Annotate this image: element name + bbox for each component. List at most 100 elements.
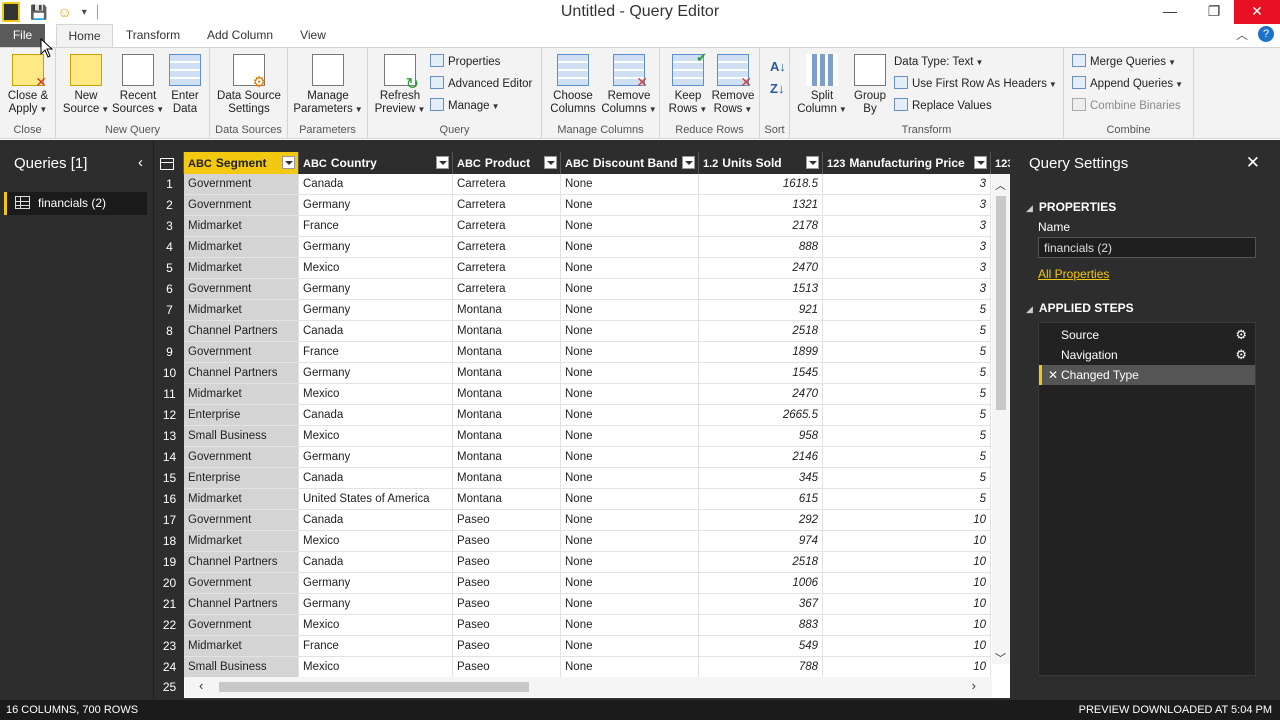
scroll-right-icon[interactable]: › <box>972 678 976 693</box>
cell-segment[interactable]: Government <box>184 615 299 636</box>
cell-segment[interactable]: Midmarket <box>184 300 299 321</box>
table-row[interactable]: 2 Government Germany Carretera None 1321 3 <box>155 195 1010 216</box>
step-navigation[interactable]: Navigation ⚙ <box>1039 345 1255 365</box>
horizontal-scroll-thumb[interactable] <box>219 682 529 692</box>
cell-segment[interactable]: Enterprise <box>184 405 299 426</box>
cell-segment[interactable]: Channel Partners <box>184 594 299 615</box>
cell-product[interactable]: Paseo <box>453 636 561 657</box>
cell-country[interactable]: United States of America <box>299 489 453 510</box>
table-row[interactable]: 19 Channel Partners Canada Paseo None 2518 10 <box>155 552 1010 573</box>
split-column-button[interactable]: Split Column ▼ <box>796 54 848 116</box>
cell-country[interactable]: Canada <box>299 405 453 426</box>
cell-segment[interactable]: Government <box>184 174 299 195</box>
cell-manufacturing-price[interactable]: 10 <box>823 594 991 615</box>
cell-discount-band[interactable]: None <box>561 174 699 195</box>
filter-dropdown-icon[interactable] <box>974 156 987 169</box>
cell-segment[interactable]: Government <box>184 510 299 531</box>
close-window-button[interactable]: ✕ <box>1234 0 1280 24</box>
data-source-settings-button[interactable]: Data Source Settings <box>214 54 284 116</box>
cell-country[interactable]: France <box>299 636 453 657</box>
remove-rows-button[interactable]: Remove Rows▼ <box>710 54 756 116</box>
new-source-button[interactable]: New Source ▼ <box>60 54 112 116</box>
cell-discount-band[interactable]: None <box>561 573 699 594</box>
cell-manufacturing-price[interactable]: 10 <box>823 552 991 573</box>
cell-segment[interactable]: Midmarket <box>184 636 299 657</box>
merge-queries-button[interactable]: Merge Queries ▼ <box>1072 53 1176 71</box>
properties-button[interactable]: Properties <box>430 53 500 71</box>
cell-country[interactable]: Canada <box>299 510 453 531</box>
cell-manufacturing-price[interactable]: 10 <box>823 615 991 636</box>
cell-discount-band[interactable]: None <box>561 447 699 468</box>
manage-parameters-button[interactable]: Manage Parameters ▼ <box>292 54 364 116</box>
table-row[interactable]: 22 Government Mexico Paseo None 883 10 <box>155 615 1010 636</box>
cell-units-sold[interactable]: 788 <box>699 657 823 678</box>
cell-segment[interactable]: Midmarket <box>184 216 299 237</box>
table-row[interactable]: 15 Enterprise Canada Montana None 345 5 <box>155 468 1010 489</box>
cell-units-sold[interactable]: 2470 <box>699 384 823 405</box>
cell-country[interactable]: Mexico <box>299 531 453 552</box>
cell-manufacturing-price[interactable]: 5 <box>823 384 991 405</box>
cell-units-sold[interactable]: 1899 <box>699 342 823 363</box>
cell-product[interactable]: Carretera <box>453 174 561 195</box>
cell-country[interactable]: France <box>299 216 453 237</box>
cell-manufacturing-price[interactable]: 10 <box>823 531 991 552</box>
tab-view[interactable]: View <box>290 24 336 47</box>
scroll-up-icon[interactable]: ︿ <box>995 177 1006 193</box>
cell-manufacturing-price[interactable]: 10 <box>823 573 991 594</box>
cell-country[interactable]: Germany <box>299 363 453 384</box>
cell-product[interactable]: Paseo <box>453 552 561 573</box>
column-header-segment[interactable]: ABC Segment <box>184 152 299 174</box>
cell-units-sold[interactable]: 2518 <box>699 321 823 342</box>
filter-dropdown-icon[interactable] <box>436 156 449 169</box>
cell-country[interactable]: Germany <box>299 573 453 594</box>
cell-segment[interactable]: Midmarket <box>184 237 299 258</box>
cell-country[interactable]: Mexico <box>299 258 453 279</box>
recent-sources-button[interactable]: Recent Sources ▼ <box>112 54 164 116</box>
cell-discount-band[interactable]: None <box>561 615 699 636</box>
advanced-editor-button[interactable]: Advanced Editor <box>430 75 532 93</box>
step-source[interactable]: Source ⚙ <box>1039 325 1255 345</box>
table-row[interactable]: 9 Government France Montana None 1899 5 <box>155 342 1010 363</box>
cell-manufacturing-price[interactable]: 5 <box>823 363 991 384</box>
sort-ascending-icon[interactable]: A↓ <box>770 56 786 78</box>
table-row[interactable]: 8 Channel Partners Canada Montana None 2518 5 <box>155 321 1010 342</box>
cell-country[interactable]: Mexico <box>299 426 453 447</box>
cell-country[interactable]: Germany <box>299 594 453 615</box>
table-row[interactable]: 7 Midmarket Germany Montana None 921 5 <box>155 300 1010 321</box>
properties-section-title[interactable]: ◢ PROPERTIES <box>1026 200 1116 214</box>
tab-file[interactable]: File <box>0 24 45 47</box>
cell-segment[interactable]: Midmarket <box>184 489 299 510</box>
cell-manufacturing-price[interactable]: 5 <box>823 426 991 447</box>
filter-dropdown-icon[interactable] <box>282 156 295 169</box>
help-icon[interactable]: ? <box>1258 26 1274 42</box>
cell-units-sold[interactable]: 2470 <box>699 258 823 279</box>
delete-step-icon[interactable]: ✕ <box>1048 365 1058 385</box>
cell-discount-band[interactable]: None <box>561 237 699 258</box>
cell-units-sold[interactable]: 615 <box>699 489 823 510</box>
cell-country[interactable]: Canada <box>299 174 453 195</box>
keep-rows-button[interactable]: Keep Rows▼ <box>666 51 710 116</box>
cell-discount-band[interactable]: None <box>561 321 699 342</box>
group-by-button[interactable]: Group By <box>848 54 892 116</box>
cell-country[interactable]: Germany <box>299 195 453 216</box>
cell-product[interactable]: Montana <box>453 384 561 405</box>
cell-units-sold[interactable]: 2146 <box>699 447 823 468</box>
close-settings-icon[interactable]: ✕ <box>1246 153 1260 173</box>
column-header-manufacturing-price[interactable]: 123 Manufacturing Price <box>823 152 991 174</box>
table-menu-icon[interactable] <box>155 152 184 174</box>
cell-discount-band[interactable]: None <box>561 636 699 657</box>
column-header-next[interactable]: 123 <box>991 152 1010 174</box>
cell-units-sold[interactable]: 549 <box>699 636 823 657</box>
table-row[interactable]: 11 Midmarket Mexico Montana None 2470 5 <box>155 384 1010 405</box>
cell-discount-band[interactable]: None <box>561 258 699 279</box>
sort-descending-icon[interactable]: Z↓ <box>770 78 784 100</box>
cell-manufacturing-price[interactable]: 10 <box>823 657 991 678</box>
cell-product[interactable]: Carretera <box>453 237 561 258</box>
filter-dropdown-icon[interactable] <box>682 156 695 169</box>
cell-discount-band[interactable]: None <box>561 195 699 216</box>
cell-product[interactable]: Carretera <box>453 258 561 279</box>
column-header-product[interactable]: ABC Product <box>453 152 561 174</box>
cell-product[interactable]: Paseo <box>453 573 561 594</box>
cell-product[interactable]: Carretera <box>453 216 561 237</box>
cell-manufacturing-price[interactable]: 3 <box>823 195 991 216</box>
